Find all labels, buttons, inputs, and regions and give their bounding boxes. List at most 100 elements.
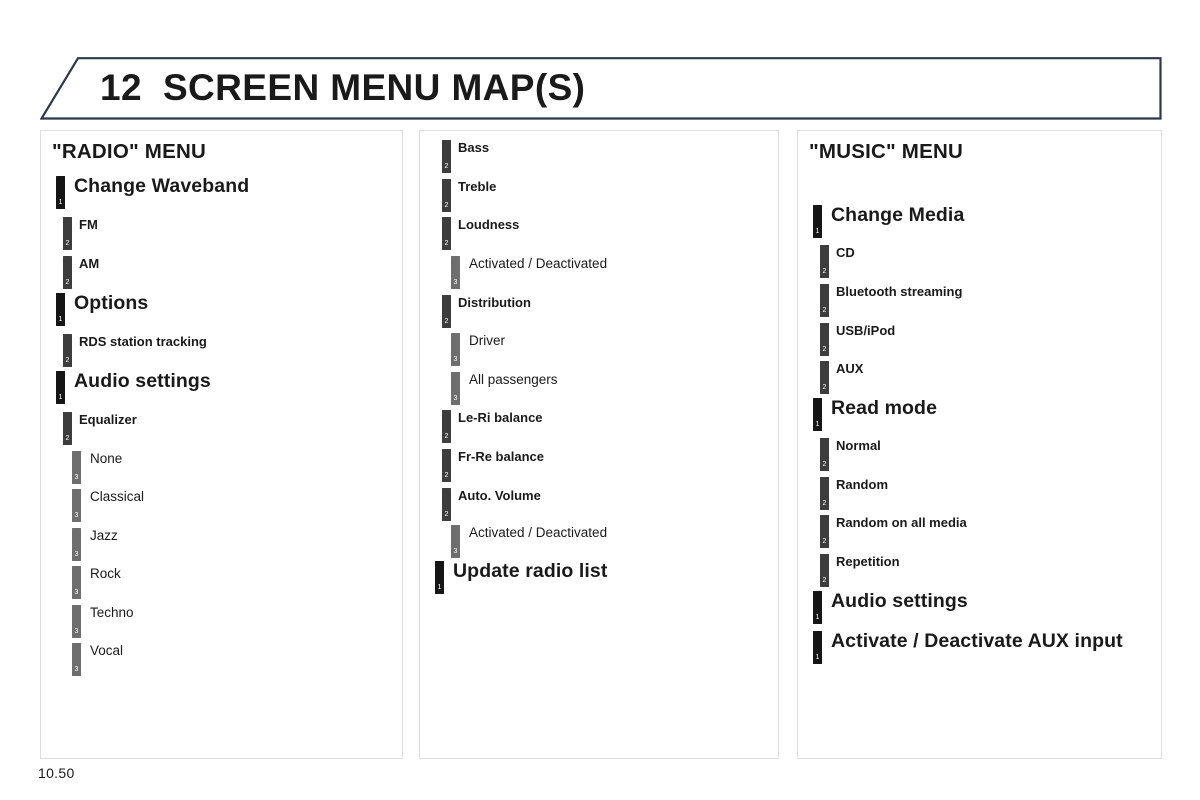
- menu-item-label: Repetition: [836, 554, 900, 569]
- level-indicator-bar: 1: [813, 398, 822, 431]
- level-indicator-bar: 1: [813, 591, 822, 624]
- menu-item-level-3[interactable]: 3 Jazz: [72, 528, 118, 561]
- menu-item-level-2[interactable]: 2 FM: [63, 217, 98, 250]
- menu-item-label: Jazz: [90, 528, 118, 543]
- level-indicator-bar: 2: [442, 295, 451, 328]
- level-indicator-bar: 2: [820, 554, 829, 587]
- menu-item-level-2[interactable]: 2 Le-Ri balance: [442, 410, 543, 443]
- chapter-header-title: 12 SCREEN MENU MAP(S): [100, 67, 585, 109]
- menu-item-label: None: [90, 451, 123, 466]
- level-number: 2: [822, 500, 827, 507]
- level-indicator-bar: 1: [435, 561, 444, 594]
- menu-item-level-2[interactable]: 2 USB/iPod: [820, 323, 895, 356]
- level-indicator-bar: 3: [451, 372, 460, 405]
- menu-item-level-3[interactable]: 3 Driver: [451, 333, 505, 366]
- menu-item-level-2[interactable]: 2 Auto. Volume: [442, 488, 541, 521]
- chapter-number: 12: [100, 66, 142, 108]
- menu-item-level-2[interactable]: 2 AM: [63, 256, 99, 289]
- level-number: 2: [444, 163, 449, 170]
- level-indicator-bar: 3: [451, 525, 460, 558]
- menu-item-level-2[interactable]: 2 CD: [820, 245, 855, 278]
- menu-item-label: Distribution: [458, 295, 531, 310]
- level-indicator-bar: 2: [63, 256, 72, 289]
- menu-item-label: Update radio list: [453, 560, 608, 582]
- level-indicator-bar: 3: [72, 489, 81, 522]
- level-number: 1: [815, 421, 820, 428]
- menu-item-level-2[interactable]: 2 Fr-Re balance: [442, 449, 544, 482]
- menu-item-level-2[interactable]: 2 Repetition: [820, 554, 900, 587]
- menu-item-label: Auto. Volume: [458, 488, 541, 503]
- menu-item-level-3[interactable]: 3 Rock: [72, 566, 121, 599]
- menu-item-level-2[interactable]: 2 Bass: [442, 140, 489, 173]
- menu-item-level-1[interactable]: 1 Read mode: [813, 397, 938, 431]
- menu-item-level-3[interactable]: 3 Activated / Deactivated: [451, 256, 607, 289]
- level-number: 1: [58, 316, 63, 323]
- menu-item-level-1[interactable]: 1 Audio settings: [56, 370, 211, 404]
- menu-item-label: All passengers: [469, 372, 558, 387]
- menu-column-audio-settings: 2 Bass 2 Treble 2 Loudness 3 Activated / Deacti…: [419, 130, 779, 759]
- menu-item-label: Driver: [469, 333, 505, 348]
- level-number: 2: [444, 318, 449, 325]
- menu-item-label: Activated / Deactivated: [469, 525, 608, 540]
- menu-item-label: Audio settings: [831, 590, 968, 612]
- level-indicator-bar: 1: [56, 176, 65, 209]
- menu-item-level-3[interactable]: 3 None: [72, 451, 122, 484]
- level-indicator-bar: 2: [820, 515, 829, 548]
- menu-item-level-1[interactable]: 1 Options: [56, 292, 148, 326]
- menu-item-level-2[interactable]: 2 Random on all media: [820, 515, 967, 548]
- column-title-music: "MUSIC" MENU: [809, 140, 963, 163]
- menu-item-label: FM: [79, 217, 98, 232]
- level-number: 2: [65, 435, 70, 442]
- level-indicator-bar: 3: [72, 566, 81, 599]
- level-indicator-bar: 3: [451, 256, 460, 289]
- menu-column-radio: "RADIO" MENU 1 Change Waveband 2 FM 2 AM 1 Opti…: [40, 130, 403, 759]
- menu-item-level-1[interactable]: 1 Change Waveband: [56, 175, 249, 209]
- level-number: 2: [822, 538, 827, 545]
- level-indicator-bar: 3: [72, 643, 81, 676]
- menu-item-label: Equalizer: [79, 412, 137, 427]
- level-number: 2: [822, 461, 827, 468]
- menu-item-level-2[interactable]: 2 Loudness: [442, 217, 519, 250]
- menu-item-level-2[interactable]: 2 Bluetooth streaming: [820, 284, 962, 317]
- level-number: 3: [453, 356, 458, 363]
- level-indicator-bar: 2: [63, 412, 72, 445]
- menu-item-level-3[interactable]: 3 Activated / Deactivated: [451, 525, 607, 558]
- menu-item-level-2[interactable]: 2 Equalizer: [63, 412, 137, 445]
- menu-item-level-3[interactable]: 3 Techno: [72, 605, 134, 638]
- level-indicator-bar: 2: [442, 410, 451, 443]
- menu-item-level-2[interactable]: 2 RDS station tracking: [63, 334, 207, 367]
- menu-item-level-2[interactable]: 2 AUX: [820, 361, 863, 394]
- menu-item-label: Classical: [90, 489, 145, 504]
- menu-item-label: Fr-Re balance: [458, 449, 544, 464]
- level-indicator-bar: 2: [820, 438, 829, 471]
- menu-item-level-3[interactable]: 3 Vocal: [72, 643, 123, 676]
- menu-item-label: Bluetooth streaming: [836, 284, 963, 299]
- menu-item-level-1[interactable]: 1 Change Media: [813, 204, 964, 238]
- level-indicator-bar: 2: [63, 334, 72, 367]
- level-number: 3: [74, 551, 79, 558]
- menu-item-level-2[interactable]: 2 Treble: [442, 179, 496, 212]
- menu-item-label: Activated / Deactivated: [469, 256, 608, 271]
- menu-item-level-3[interactable]: 3 Classical: [72, 489, 144, 522]
- page-number: 10.50: [38, 765, 75, 781]
- menu-item-label: Read mode: [831, 397, 938, 419]
- menu-item-level-2[interactable]: 2 Distribution: [442, 295, 531, 328]
- menu-item-level-1[interactable]: 1 Activate / Deactivate AUX input: [813, 630, 1123, 664]
- menu-item-level-2[interactable]: 2 Normal: [820, 438, 881, 471]
- level-indicator-bar: 2: [442, 488, 451, 521]
- level-number: 2: [444, 240, 449, 247]
- menu-item-level-2[interactable]: 2 Random: [820, 477, 888, 510]
- level-number: 2: [822, 307, 827, 314]
- level-number: 1: [58, 199, 63, 206]
- menu-item-level-3[interactable]: 3 All passengers: [451, 372, 558, 405]
- menu-item-label: Rock: [90, 566, 121, 581]
- level-number: 1: [815, 654, 820, 661]
- menu-item-level-1[interactable]: 1 Audio settings: [813, 590, 968, 624]
- menu-item-level-1[interactable]: 1 Update radio list: [435, 560, 608, 594]
- level-number: 2: [65, 357, 70, 364]
- level-number: 1: [437, 584, 442, 591]
- level-number: 2: [65, 279, 70, 286]
- level-indicator-bar: 2: [820, 361, 829, 394]
- level-indicator-bar: 1: [813, 205, 822, 238]
- level-indicator-bar: 1: [813, 631, 822, 664]
